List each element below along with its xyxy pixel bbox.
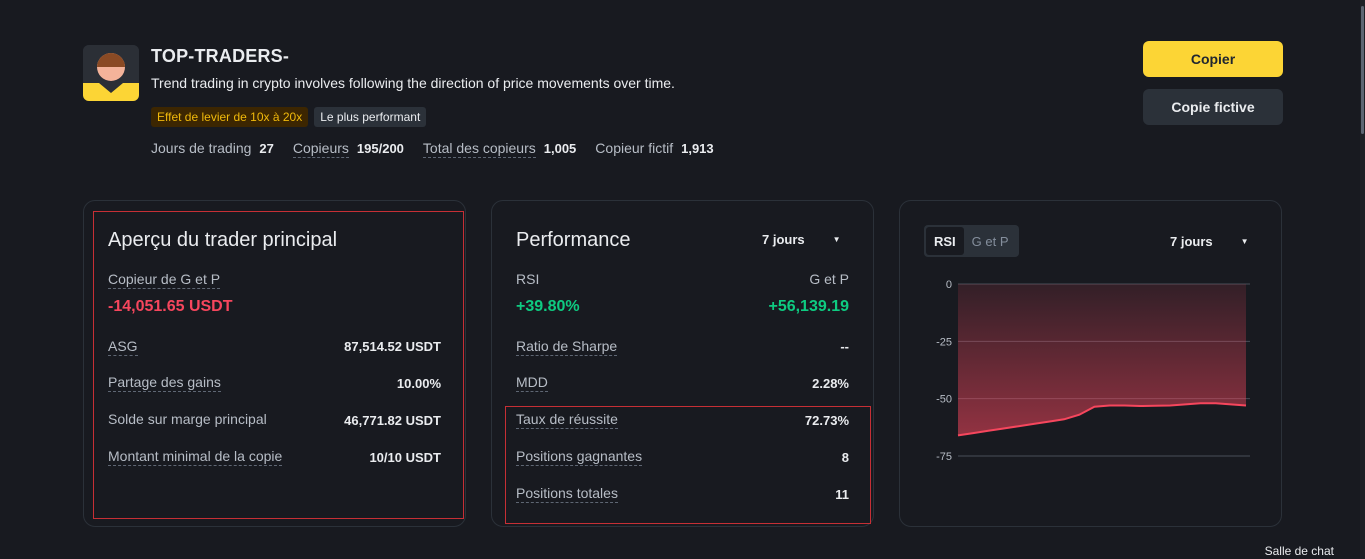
total-copiers-label[interactable]: Total des copieurs	[422, 140, 536, 158]
trading-days-value: 27	[259, 141, 274, 156]
trader-description: Trend trading in crypto involves followi…	[151, 75, 675, 91]
total-copiers-value: 1,005	[543, 141, 577, 156]
rsi-area-fill	[958, 284, 1246, 436]
scrollbar-thumb[interactable]	[1361, 6, 1364, 134]
aum-value: 87,514.52 USDT	[344, 339, 441, 354]
y-tick-label: -50	[936, 394, 952, 406]
trader-overview-card: Aperçu du trader principal Copieur de G …	[83, 200, 466, 527]
profit-share-value: 10.00%	[396, 376, 441, 391]
page-scrollbar[interactable]	[1360, 0, 1365, 559]
mdd-value: 2.28%	[812, 376, 849, 391]
trader-name: TOP-TRADERS-	[151, 46, 290, 66]
chat-room-link[interactable]: Salle de chat	[1265, 544, 1334, 558]
performance-card: Performance 7 jours ▼ RSI +39.80% G et P…	[491, 200, 874, 527]
pnl-value: +56,139.19	[768, 298, 849, 315]
top-performer-tag: Le plus performant	[314, 107, 427, 127]
winning-positions-value: 8	[841, 450, 849, 465]
chart-card: RSI G et P 7 jours ▼ 0 -25 -50 -75	[899, 200, 1282, 527]
y-tick-label: -75	[936, 451, 952, 463]
trader-avatar	[83, 45, 139, 101]
trading-days-label: Jours de trading	[151, 140, 252, 156]
sharpe-ratio-label[interactable]: Ratio de Sharpe	[516, 338, 618, 356]
leverage-tag: Effet de levier de 10x à 20x	[151, 107, 309, 127]
mdd-label[interactable]: MDD	[516, 374, 548, 392]
performance-period-label: 7 jours	[762, 232, 805, 247]
mock-copier-label: Copieur fictif	[595, 140, 674, 156]
margin-balance-value: 46,771.82 USDT	[344, 413, 441, 428]
mock-copy-button[interactable]: Copie fictive	[1143, 89, 1283, 125]
copiers-value: 195/200	[356, 141, 404, 156]
min-copy-amount-label[interactable]: Montant minimal de la copie	[108, 448, 283, 466]
copier-pnl-value: -14,051.65 USDT	[108, 298, 233, 315]
margin-balance-label: Solde sur marge principal	[108, 411, 267, 427]
total-positions-label[interactable]: Positions totales	[516, 485, 618, 503]
trader-tags: Effet de levier de 10x à 20x Le plus per…	[151, 107, 427, 127]
copier-pnl-label[interactable]: Copieur de G et P	[108, 271, 221, 289]
y-tick-label: 0	[946, 279, 952, 291]
win-rate-label[interactable]: Taux de réussite	[516, 411, 618, 429]
trader-stats: Jours de trading 27 Copieurs 195/200 Tot…	[151, 140, 733, 158]
winning-positions-label[interactable]: Positions gagnantes	[516, 448, 643, 466]
performance-title: Performance	[516, 229, 631, 251]
min-copy-amount-value: 10/10 USDT	[369, 450, 441, 465]
overview-highlight-box	[93, 211, 464, 519]
y-tick-label: -25	[936, 336, 952, 348]
copiers-label[interactable]: Copieurs	[292, 140, 349, 158]
mock-copier-value: 1,913	[681, 141, 714, 156]
copy-button[interactable]: Copier	[1143, 41, 1283, 77]
total-positions-value: 11	[835, 487, 849, 502]
performance-period-dropdown[interactable]: 7 jours ▼	[762, 232, 841, 247]
win-rate-value: 72.73%	[804, 413, 849, 428]
profit-share-label[interactable]: Partage des gains	[108, 374, 221, 392]
aum-label[interactable]: ASG	[108, 338, 138, 356]
pnl-label: G et P	[809, 271, 849, 287]
rsi-value: +39.80%	[516, 298, 580, 315]
overview-title: Aperçu du trader principal	[108, 229, 338, 251]
rsi-label: RSI	[516, 271, 540, 287]
rsi-area-chart: 0 -25 -50 -75	[936, 279, 1250, 463]
sharpe-ratio-value: --	[840, 339, 849, 354]
caret-down-icon: ▼	[832, 235, 841, 244]
